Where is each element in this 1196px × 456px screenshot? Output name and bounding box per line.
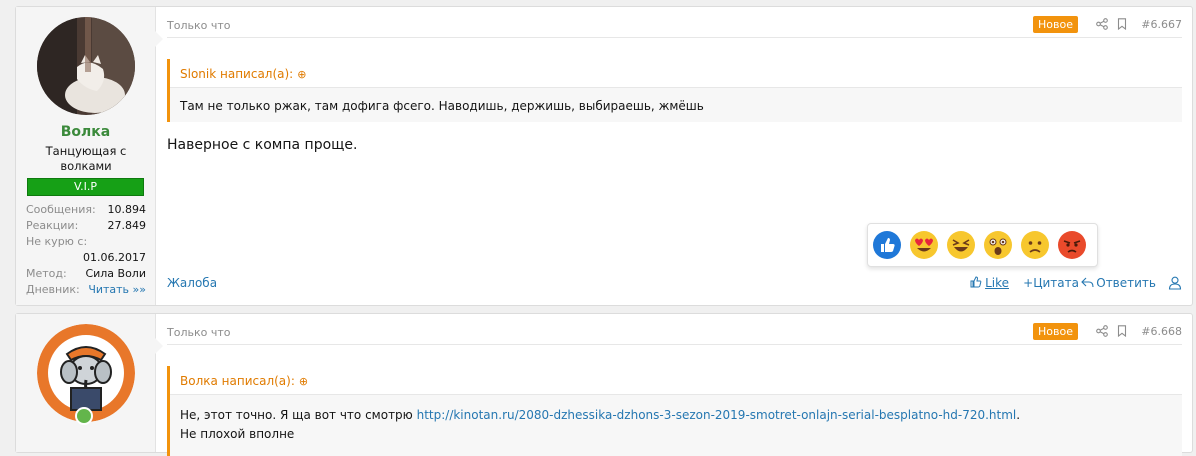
message-body: Наверное с компа проще.: [167, 137, 358, 153]
stat-diary: Дневник: Читать »»: [26, 282, 146, 298]
plus-icon: +: [1023, 276, 1034, 290]
sad-reaction-icon[interactable]: [1020, 230, 1050, 260]
reactions-bar: [867, 223, 1098, 267]
like-button[interactable]: Like: [970, 276, 1009, 290]
like-label[interactable]: Like: [985, 276, 1009, 290]
stat-value: 01.06.2017: [83, 251, 146, 264]
quote-author-text[interactable]: Slonik написал(а):: [180, 67, 293, 81]
post: Волка Танцующая с волками V.I.P Сообщени…: [15, 6, 1193, 306]
stat-key: Реакции:: [26, 219, 79, 232]
stat-messages: Сообщения: 10.894: [26, 202, 146, 218]
user-info: [16, 314, 163, 452]
stat-method: Метод: Сила Воли: [26, 266, 146, 282]
stat-key: Сообщения:: [26, 203, 96, 216]
love-reaction-icon[interactable]: [909, 230, 939, 260]
post-number[interactable]: #6.668: [1141, 325, 1182, 338]
quote-text-after: .: [1016, 408, 1021, 422]
post-time[interactable]: Только что: [167, 326, 230, 339]
quote-link[interactable]: http://kinotan.ru/2080-dzhessika-dzhons-…: [417, 408, 1017, 422]
quote-author[interactable]: Волка написал(а): ⊕: [180, 374, 308, 388]
online-indicator: [75, 407, 93, 425]
user-banner: V.I.P: [27, 178, 144, 196]
post-time[interactable]: Только что: [167, 19, 230, 32]
haha-reaction-icon[interactable]: [946, 230, 976, 260]
reply-button[interactable]: Ответить: [1081, 276, 1156, 290]
user-stats: Сообщения: 10.894 Реакции: 27.849 Не кур…: [26, 202, 146, 298]
post-header: Только что Новое #6.667: [167, 7, 1182, 38]
arrow-up-circle-icon[interactable]: ⊕: [297, 68, 306, 81]
wow-reaction-icon[interactable]: [983, 230, 1013, 260]
user-icon[interactable]: [1168, 276, 1182, 290]
quote-text-before: Не, этот точно. Я ща вот что смотрю: [180, 408, 417, 422]
thumbs-up-icon: [970, 276, 982, 288]
angry-reaction-icon[interactable]: [1057, 230, 1087, 260]
stat-key: Дневник:: [26, 283, 80, 296]
username[interactable]: Волка: [16, 124, 155, 140]
quote-header: Волка написал(а): ⊕: [170, 366, 1182, 395]
new-badge: Новое: [1033, 323, 1078, 340]
diary-link[interactable]: Читать »»: [88, 282, 146, 298]
new-badge: Новое: [1033, 16, 1078, 33]
arrow-up-circle-icon[interactable]: ⊕: [299, 375, 308, 388]
post-main: Только что Новое #6.668 Волка написал(а)…: [167, 314, 1182, 456]
stat-value: 10.894: [107, 203, 147, 216]
quote-text: Не, этот точно. Я ща вот что смотрю http…: [180, 406, 1020, 444]
avatar[interactable]: [37, 17, 135, 115]
user-title: Танцующая с волками: [45, 144, 127, 173]
report-link[interactable]: Жалоба: [167, 276, 217, 290]
stat-value: Сила Воли: [85, 267, 146, 280]
quote-block: Волка написал(а): ⊕ Не, этот точно. Я ща …: [167, 366, 1182, 456]
stat-value: 27.849: [107, 219, 147, 232]
like-reaction-icon[interactable]: [872, 230, 902, 260]
stat-key: Метод:: [26, 267, 67, 280]
quote-text-line2: Не плохой вполне: [180, 427, 295, 441]
reply-label[interactable]: Ответить: [1096, 276, 1156, 290]
quote-block: Slonik написал(а): ⊕ Там не только ржак, …: [167, 59, 1182, 122]
quote-label[interactable]: Цитата: [1033, 276, 1079, 290]
post-number[interactable]: #6.667: [1141, 18, 1182, 31]
reply-icon: [1081, 277, 1094, 288]
share-icon[interactable]: [1096, 18, 1108, 30]
user-info: Волка Танцующая с волками V.I.P Сообщени…: [16, 7, 163, 305]
stat-reactions: Реакции: 27.849: [26, 218, 146, 234]
stat-no-smoking-date: 01.06.2017: [26, 250, 146, 266]
post-header: Только что Новое #6.668: [167, 314, 1182, 345]
share-icon[interactable]: [1096, 325, 1108, 337]
post: Только что Новое #6.668 Волка написал(а)…: [15, 313, 1193, 456]
post-main: Только что Новое #6.667 Slonik написал(а…: [167, 7, 1182, 305]
bookmark-icon[interactable]: [1116, 18, 1128, 30]
quote-header: Slonik написал(а): ⊕: [170, 59, 1182, 88]
quote-text: Там не только ржак, там дофига фсего. На…: [180, 99, 704, 113]
stat-key: Не курю с:: [26, 235, 88, 248]
quote-button[interactable]: +Цитата: [1023, 276, 1079, 290]
quote-author-text[interactable]: Волка написал(а):: [180, 374, 295, 388]
bookmark-icon[interactable]: [1116, 325, 1128, 337]
stat-no-smoking: Не курю с:: [26, 234, 146, 250]
quote-author[interactable]: Slonik написал(а): ⊕: [180, 67, 306, 81]
